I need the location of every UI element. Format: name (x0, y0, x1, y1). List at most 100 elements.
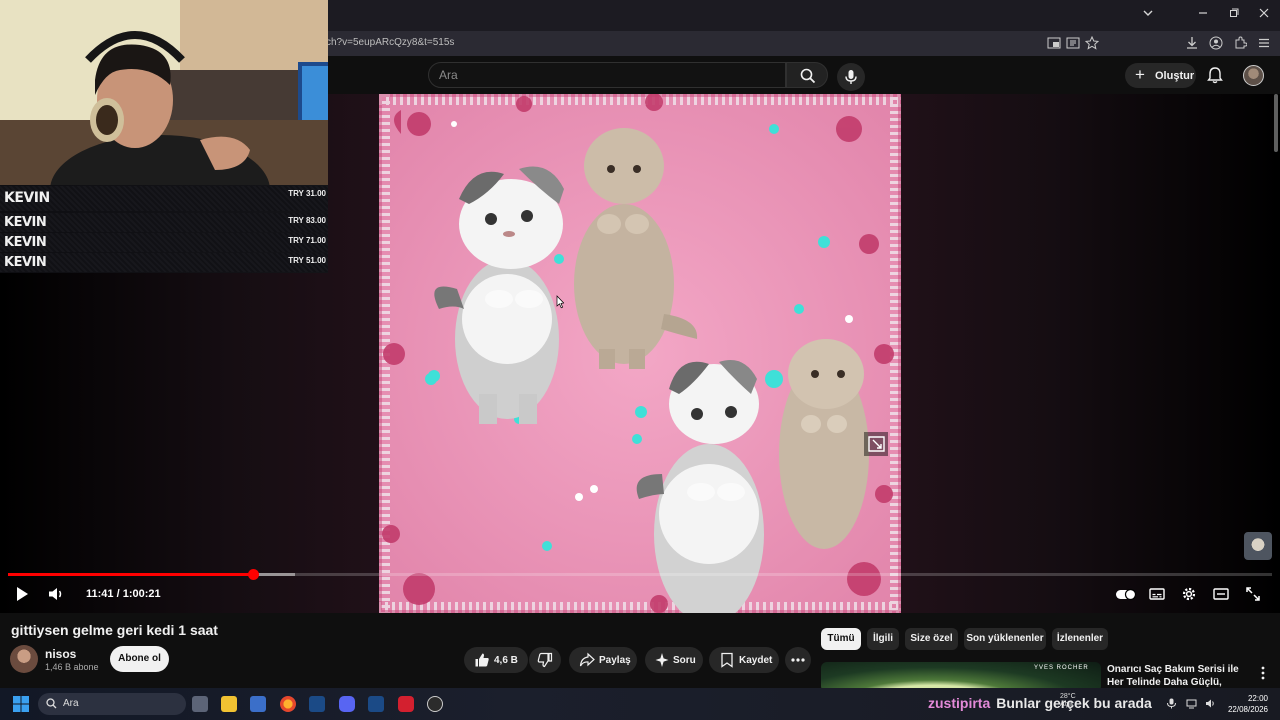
donation-row: KEVIN TRY 51.00 (0, 253, 328, 272)
weather-widget[interactable]: 28°C Açık (1060, 693, 1076, 709)
microphone-icon (845, 70, 857, 84)
donor-name: KEVIN (4, 190, 50, 206)
progress-bar[interactable] (8, 569, 1272, 580)
weather-desc: Açık (1060, 701, 1074, 708)
store-icon[interactable] (250, 696, 266, 712)
create-label: Oluştur (1155, 70, 1195, 82)
microphone-tray-icon[interactable] (1166, 698, 1177, 709)
reader-view-icon[interactable] (1066, 36, 1080, 50)
dislike-button[interactable] (529, 647, 561, 673)
extensions-icon[interactable] (1233, 36, 1247, 50)
donor-name: KEVIN (4, 255, 47, 270)
share-icon (579, 652, 595, 667)
tab-list-chevron-icon[interactable] (1140, 7, 1156, 23)
like-count: 4,6 B (494, 655, 518, 666)
chip-recently-uploaded[interactable]: Son yüklenenler (964, 628, 1046, 650)
url-text[interactable]: ch?v=5eupARcQzy8&t=515s (326, 37, 454, 48)
bookmark-star-icon[interactable] (1085, 36, 1099, 50)
channel-avatar[interactable] (10, 645, 38, 673)
theater-mode-icon[interactable] (1212, 585, 1230, 603)
streamer-webcam (0, 0, 328, 186)
subtitles-icon[interactable] (1148, 585, 1166, 603)
clock-time: 22:00 (1247, 694, 1268, 703)
search-placeholder: Ara (439, 68, 458, 82)
autoplay-toggle-icon[interactable] (1115, 585, 1137, 603)
donation-amount: TRY 71.00 (288, 236, 326, 245)
downloads-icon[interactable] (1185, 36, 1199, 50)
account-icon[interactable] (1209, 36, 1223, 50)
progress-played (8, 573, 254, 576)
more-vertical-icon[interactable] (1258, 666, 1268, 680)
file-explorer-icon[interactable] (221, 696, 237, 712)
create-button[interactable]: + Oluştur (1125, 63, 1196, 88)
volume-icon[interactable] (47, 585, 65, 603)
share-button[interactable]: Paylaş (569, 647, 637, 673)
cats-video-image (379, 94, 901, 613)
search-input[interactable]: Ara (428, 62, 786, 88)
steam-2-icon[interactable] (368, 696, 384, 712)
windows-start-icon[interactable] (13, 696, 29, 712)
channel-name[interactable]: nisos (45, 647, 76, 661)
chip-for-you[interactable]: Size özel (905, 628, 958, 650)
ambient-glow-right (900, 94, 1280, 613)
save-button[interactable]: Kaydet (709, 647, 779, 673)
video-frame[interactable] (379, 94, 901, 613)
donation-row: KEVIN TRY 83.00 (0, 213, 328, 232)
play-icon[interactable] (13, 585, 31, 603)
obs-icon[interactable] (427, 696, 443, 712)
picture-in-picture-icon[interactable] (1047, 36, 1061, 50)
search-icon (46, 698, 57, 709)
plus-icon: + (1135, 65, 1145, 84)
system-clock[interactable]: 22:00 22/08/2026 (1226, 693, 1268, 715)
settings-gear-icon[interactable] (1180, 585, 1198, 603)
task-view-icon[interactable] (192, 696, 208, 712)
chip-all[interactable]: Tümü (821, 628, 861, 650)
user-avatar[interactable] (1243, 65, 1264, 86)
donation-row: KEVIN TRY 31.00 (0, 186, 328, 211)
save-bookmark-icon (721, 652, 733, 668)
like-button[interactable]: 4,6 B (464, 647, 528, 673)
subscribe-button[interactable]: Abone ol (110, 646, 169, 672)
channel-watermark[interactable] (1244, 532, 1272, 560)
ask-button[interactable]: Soru (645, 647, 703, 673)
close-icon[interactable] (1256, 7, 1272, 23)
mouse-cursor-icon (556, 295, 564, 309)
recommendation-brand: YVES ROCHER (1034, 665, 1089, 671)
sparkle-icon (655, 653, 669, 667)
taskbar-search[interactable]: Ara (38, 693, 186, 715)
speaker-tray-icon[interactable] (1205, 698, 1216, 709)
clock-date: 22/08/2026 (1227, 705, 1268, 714)
share-label: Paylaş (599, 655, 631, 666)
taskbar-search-label: Ara (63, 698, 79, 709)
page-scrollbar[interactable] (1274, 94, 1278, 152)
time-display: 11:41 / 1:00:21 (86, 588, 161, 600)
donor-name: KEVIN (4, 235, 47, 250)
notifications-bell-icon[interactable] (1206, 66, 1224, 84)
ticker-username: zustipirta (928, 695, 991, 711)
weather-temp: 28°C (1060, 693, 1076, 700)
video-title: gittiysen gelme geri kedi 1 saat (11, 622, 218, 638)
more-actions-button[interactable] (785, 647, 811, 673)
discord-icon[interactable] (339, 696, 355, 712)
search-button[interactable] (786, 62, 828, 88)
network-tray-icon[interactable] (1186, 698, 1197, 709)
firefox-icon[interactable] (280, 696, 296, 712)
thumbs-up-icon (475, 653, 489, 667)
steam-icon[interactable] (309, 696, 325, 712)
webcam-image (0, 0, 328, 186)
donation-amount: TRY 83.00 (288, 216, 326, 225)
donation-amount: TRY 31.00 (288, 189, 326, 198)
voice-search-button[interactable] (837, 63, 865, 91)
app-red-icon[interactable] (398, 696, 414, 712)
ask-label: Soru (673, 655, 696, 666)
save-label: Kaydet (739, 655, 773, 666)
restore-icon[interactable] (1226, 7, 1242, 23)
chip-watched[interactable]: İzlenenler (1052, 628, 1108, 650)
chip-related[interactable]: İlgili (867, 628, 899, 650)
donations-panel: KEVIN TRY 31.00 KEVIN TRY 83.00 KEVIN TR… (0, 185, 328, 273)
fullscreen-icon[interactable] (1244, 585, 1262, 603)
menu-icon[interactable] (1257, 36, 1271, 50)
search-icon (800, 68, 816, 84)
minimize-icon[interactable] (1195, 7, 1211, 23)
thumbs-down-icon (537, 652, 553, 668)
